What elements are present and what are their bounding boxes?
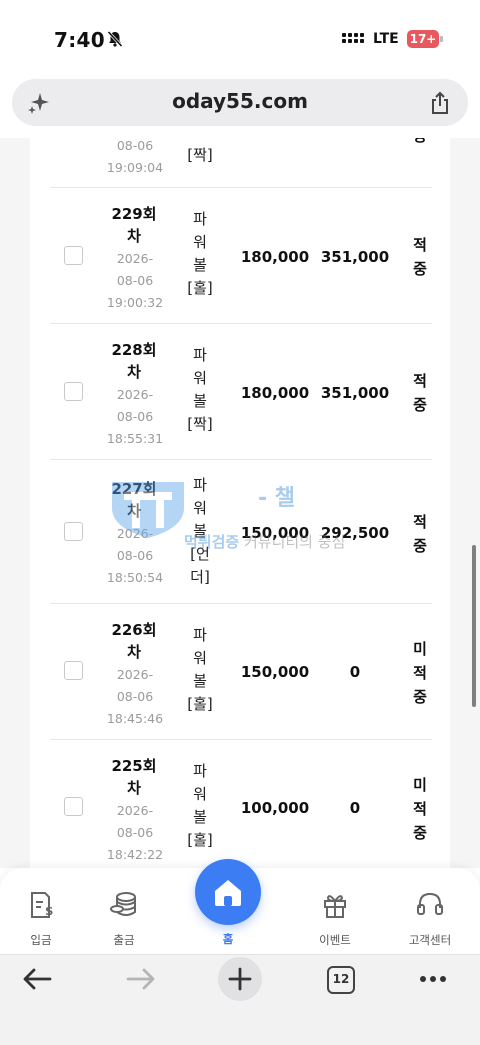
win-amount: 0 bbox=[349, 663, 361, 681]
bet-amount: 180,000 bbox=[240, 248, 310, 266]
bet-date: 2026- 08-06 18:42:22 bbox=[106, 803, 164, 862]
status-bar: 7:40 LTE 17+ bbox=[0, 0, 480, 76]
row-checkbox[interactable] bbox=[64, 797, 83, 816]
tabs-button[interactable]: 12 bbox=[327, 966, 355, 994]
bet-pick: [짝] bbox=[187, 146, 213, 164]
bet-result: 적중 bbox=[413, 513, 427, 555]
row-checkbox[interactable] bbox=[64, 382, 83, 401]
tab-support-label: 고객센터 bbox=[408, 933, 452, 947]
table-row: 08-0619:09:04 [짝] 중 bbox=[50, 138, 432, 188]
bet-result: 적중 bbox=[413, 236, 427, 278]
round-label: 228회 차 bbox=[111, 341, 157, 381]
bet-pick: 파 워 볼 [짝] bbox=[187, 346, 213, 433]
bet-result: 미적중 bbox=[413, 776, 427, 842]
bet-date: 2026- 08-06 18:55:31 bbox=[106, 387, 164, 446]
browser-toolbar: 12 bbox=[0, 954, 480, 1045]
win-amount: 0 bbox=[349, 799, 361, 817]
bell-muted-icon bbox=[107, 30, 123, 48]
table-row: 225회 차 2026- 08-06 18:42:22 파 워 볼 [홀] 100,000 … bbox=[50, 740, 432, 868]
headset-icon bbox=[417, 892, 443, 915]
status-time: 7:40 bbox=[54, 28, 105, 52]
bet-pick: 파 워 볼 [홀] bbox=[187, 762, 213, 849]
round-label: 226회 차 bbox=[111, 621, 157, 661]
bet-result: 적중 bbox=[413, 372, 427, 414]
bet-amount: 100,000 bbox=[240, 799, 310, 817]
tab-home-label: 홈 bbox=[222, 932, 234, 946]
round-label: 225회 차 bbox=[111, 757, 157, 797]
tab-deposit-label: 입금 bbox=[30, 933, 52, 947]
tab-withdraw[interactable]: 출금 bbox=[88, 888, 160, 947]
battery-indicator: 17+ bbox=[407, 30, 443, 48]
tab-withdraw-label: 출금 bbox=[113, 933, 135, 947]
deposit-icon: $ bbox=[31, 892, 53, 918]
round-label: 229회 차 bbox=[111, 205, 157, 245]
row-checkbox[interactable] bbox=[64, 522, 83, 541]
home-button[interactable] bbox=[195, 859, 261, 925]
watermark: - 챌 먹튀검증 커뮤니티의 중심 bbox=[108, 478, 388, 558]
tab-event[interactable]: 이벤트 bbox=[299, 888, 371, 947]
forward-arrow-icon[interactable] bbox=[124, 967, 156, 991]
url-text[interactable]: oday55.com bbox=[12, 89, 468, 113]
scrollbar[interactable] bbox=[472, 545, 476, 707]
bet-date: 08-06 19:09:04 bbox=[106, 138, 164, 175]
bet-date: 2026- 08-06 19:00:32 bbox=[106, 251, 164, 310]
more-options-icon[interactable] bbox=[418, 967, 448, 991]
bet-pick: 파 워 볼 [홀] bbox=[187, 210, 213, 297]
signal-icon bbox=[342, 33, 364, 43]
row-checkbox[interactable] bbox=[64, 246, 83, 265]
coins-icon bbox=[110, 892, 136, 916]
row-checkbox[interactable] bbox=[64, 661, 83, 680]
tab-deposit[interactable]: $ 입금 bbox=[5, 888, 77, 947]
tab-event-label: 이벤트 bbox=[319, 933, 351, 947]
table-row: 228회 차 2026- 08-06 18:55:31 파 워 볼 [짝] 180,000 … bbox=[50, 324, 432, 460]
share-icon[interactable] bbox=[427, 90, 453, 116]
gift-icon bbox=[324, 895, 346, 918]
bet-amount: 180,000 bbox=[240, 384, 310, 402]
table-row: 226회 차 2026- 08-06 18:45:46 파 워 볼 [홀] 150,000 … bbox=[50, 604, 432, 740]
watermark-subtitle: 먹튀검증 커뮤니티의 중심 bbox=[184, 533, 346, 551]
tab-support[interactable]: 고객센터 bbox=[394, 888, 466, 947]
bet-result: 미적중 bbox=[413, 640, 427, 706]
table-row: 229회 차 2026- 08-06 19:00:32 파 워 볼 [홀] 180,000 … bbox=[50, 188, 432, 324]
bet-pick: 파 워 볼 [홀] bbox=[187, 626, 213, 713]
win-amount: 351,000 bbox=[320, 248, 390, 266]
home-icon bbox=[215, 880, 241, 906]
watermark-logo-icon bbox=[112, 482, 184, 538]
win-amount: 351,000 bbox=[320, 384, 390, 402]
address-bar[interactable]: oday55.com bbox=[12, 79, 468, 126]
bet-result: 중 bbox=[400, 138, 440, 148]
network-type: LTE bbox=[373, 31, 399, 47]
bet-date: 2026- 08-06 18:45:46 bbox=[106, 667, 164, 726]
watermark-title: - 챌 bbox=[258, 486, 296, 511]
plus-icon bbox=[228, 967, 252, 991]
svg-text:$: $ bbox=[45, 904, 53, 918]
new-tab-button[interactable] bbox=[218, 957, 262, 1001]
back-arrow-icon[interactable] bbox=[22, 967, 54, 991]
bet-amount: 150,000 bbox=[240, 663, 310, 681]
